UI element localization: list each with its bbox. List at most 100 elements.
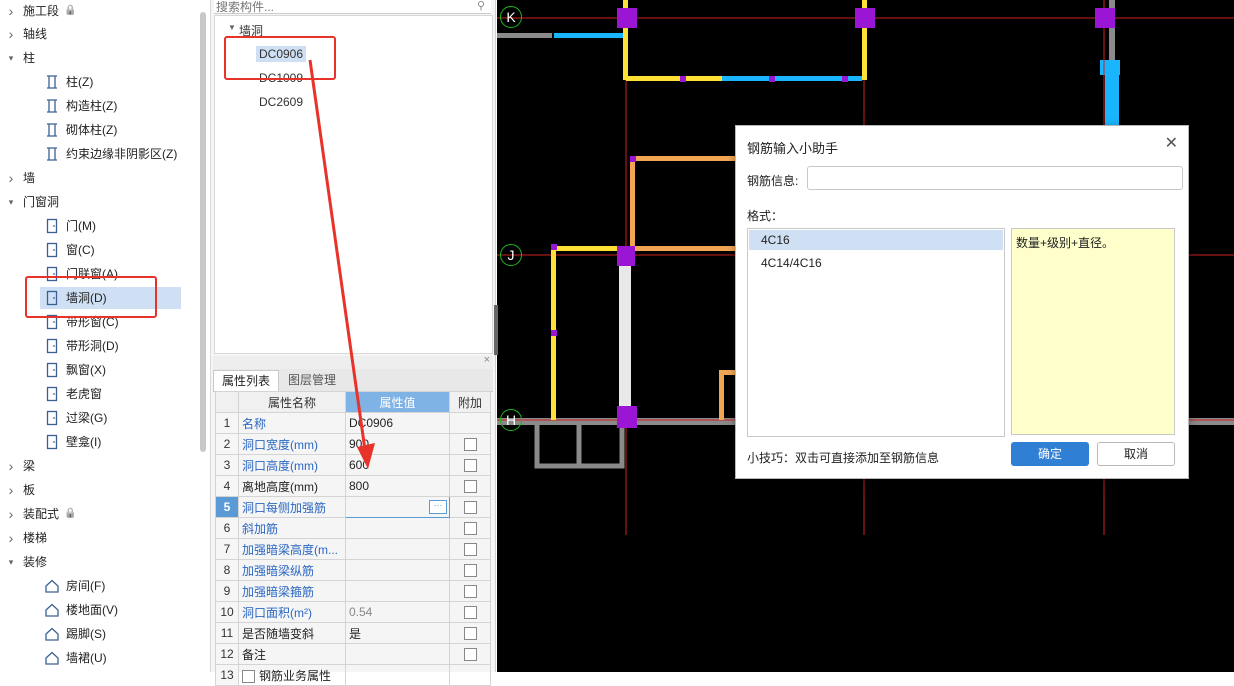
extra-checkbox[interactable] [463, 438, 477, 452]
chevron-right-icon[interactable]: › [6, 527, 16, 549]
tree-category-1[interactable]: › 轴线 [0, 23, 198, 45]
opening-item-0[interactable]: 门(M) [0, 215, 198, 237]
property-value[interactable]: 是 [345, 622, 450, 644]
extra-checkbox[interactable] [463, 564, 477, 578]
tree-category-5[interactable]: › 梁 [0, 455, 198, 477]
splitter-handle[interactable] [494, 305, 498, 355]
cancel-button[interactable]: 取消 [1097, 442, 1175, 466]
property-value[interactable] [345, 643, 450, 665]
group-expand-icon[interactable]: ▼ [228, 23, 236, 32]
chevron-right-icon[interactable]: › [6, 23, 16, 45]
chevron-right-icon[interactable]: › [6, 503, 16, 525]
column-item-2[interactable]: 砌体柱(Z) [0, 119, 198, 141]
property-row[interactable]: 5 洞口每侧加强筋 ··· [215, 496, 491, 518]
more-options-icon[interactable]: ··· [429, 500, 447, 514]
tree-category-8[interactable]: › 楼梯 [0, 527, 198, 549]
opening-item-7[interactable]: 老虎窗 [0, 383, 198, 405]
ok-button[interactable]: 确定 [1011, 442, 1089, 466]
row-index: 6 [215, 517, 239, 539]
property-value[interactable] [345, 538, 450, 560]
chevron-right-icon[interactable]: › [6, 167, 16, 189]
extra-checkbox[interactable] [463, 606, 477, 620]
tree-category-7[interactable]: › 装配式 🔒 [0, 503, 198, 525]
property-row[interactable]: 8 加强暗梁纵筋 [215, 559, 491, 581]
tree-item-label: 带形洞(D) [66, 339, 119, 353]
chevron-down-icon[interactable]: ▾ [6, 191, 16, 213]
close-icon[interactable]: ✕ [1165, 136, 1178, 152]
tree-category-6[interactable]: › 板 [0, 479, 198, 501]
format-list: 4C16 4C14/4C16 [747, 228, 1005, 437]
close-icon[interactable]: × [484, 354, 490, 366]
column-item-3[interactable]: 约束边缘非阴影区(Z) [0, 143, 198, 165]
property-value[interactable]: 800 [345, 475, 450, 497]
opening-item-6[interactable]: 飘窗(X) [0, 359, 198, 381]
tree-category-4[interactable]: ▾ 门窗洞 [0, 191, 198, 213]
chevron-right-icon[interactable]: › [6, 479, 16, 501]
extra-checkbox[interactable] [463, 480, 477, 494]
tree-category-9[interactable]: ▾ 装修 [0, 551, 198, 573]
extra-checkbox[interactable] [463, 648, 477, 662]
tree-category-label: 轴线 [23, 27, 48, 41]
chevron-right-icon[interactable]: › [6, 0, 16, 22]
finish-item-1[interactable]: 楼地面(V) [0, 599, 198, 621]
tree-item-label: 踢脚(S) [66, 627, 106, 641]
property-value[interactable] [345, 580, 450, 602]
row-index: 5 [215, 496, 239, 518]
column-item-1[interactable]: 构造柱(Z) [0, 95, 198, 117]
tab-property-list[interactable]: 属性列表 [213, 370, 280, 391]
row-index: 2 [215, 433, 239, 455]
property-value[interactable] [345, 559, 450, 581]
property-value[interactable] [345, 517, 450, 539]
property-value[interactable] [345, 664, 450, 686]
format-item-4c14-4c16[interactable]: 4C14/4C16 [749, 253, 1003, 273]
property-row[interactable]: 4 离地高度(mm) 800 [215, 475, 491, 497]
property-row[interactable]: 6 斜加筋 [215, 517, 491, 539]
finish-item-3[interactable]: 墙裙(U) [0, 647, 198, 669]
chevron-down-icon[interactable]: ▾ [6, 47, 16, 69]
extra-checkbox[interactable] [463, 627, 477, 641]
tree-item-label: 老虎窗 [66, 387, 103, 401]
opening-item-8[interactable]: 过梁(G) [0, 407, 198, 429]
tree-category-3[interactable]: › 墙 [0, 167, 198, 189]
opening-type-icon [44, 362, 60, 378]
tree-category-2[interactable]: ▾ 柱 [0, 47, 198, 69]
tree-scrollbar-thumb[interactable] [200, 12, 206, 452]
property-value[interactable]: 0.54 [345, 601, 450, 623]
search-icon[interactable]: ⚲ [477, 0, 485, 12]
opening-item-9[interactable]: 壁龛(I) [0, 431, 198, 453]
extra-checkbox[interactable] [463, 501, 477, 515]
finish-item-2[interactable]: 踢脚(S) [0, 623, 198, 645]
opening-item-1[interactable]: 窗(C) [0, 239, 198, 261]
chevron-right-icon[interactable]: › [6, 455, 16, 477]
property-row[interactable]: 7 加强暗梁高度(m... [215, 538, 491, 560]
opening-item-5[interactable]: 带形洞(D) [0, 335, 198, 357]
property-row[interactable]: 11 是否随墙变斜是 [215, 622, 491, 644]
property-row[interactable]: 9 加强暗梁箍筋 [215, 580, 491, 602]
extra-checkbox[interactable] [463, 522, 477, 536]
opening-type-icon [44, 218, 60, 234]
property-row[interactable]: 13 钢筋业务属性 [215, 664, 491, 686]
property-row[interactable]: 10 洞口面积(m²) 0.54 [215, 601, 491, 623]
property-row[interactable]: 12 备注 [215, 643, 491, 665]
column-type-icon [44, 74, 60, 90]
extra-checkbox[interactable] [463, 585, 477, 599]
component-item-dc2609[interactable]: DC2609 [259, 95, 303, 109]
property-name: 加强暗梁箍筋 [238, 580, 346, 602]
property-name: 加强暗梁高度(m... [238, 538, 346, 560]
finish-item-0[interactable]: 房间(F) [0, 575, 198, 597]
tree-category-0[interactable]: › 施工段 🔒 [0, 0, 198, 22]
format-item-4c16[interactable]: 4C16 [749, 230, 1003, 250]
extra-checkbox[interactable] [463, 543, 477, 557]
tree-item-label: 壁龛(I) [66, 435, 102, 449]
opening-type-icon [44, 410, 60, 426]
rebar-info-input[interactable] [807, 166, 1183, 190]
lock-icon: 🔒 [64, 5, 77, 16]
column-item-0[interactable]: 柱(Z) [0, 71, 198, 93]
group-label: 钢筋业务属性 [259, 668, 332, 683]
search-input[interactable] [214, 0, 468, 14]
chevron-down-icon[interactable]: ▾ [6, 551, 16, 573]
property-value[interactable]: ··· [345, 496, 450, 518]
extra-cell [449, 538, 491, 560]
tree-category-label: 柱 [23, 51, 36, 65]
extra-checkbox[interactable] [463, 459, 477, 473]
